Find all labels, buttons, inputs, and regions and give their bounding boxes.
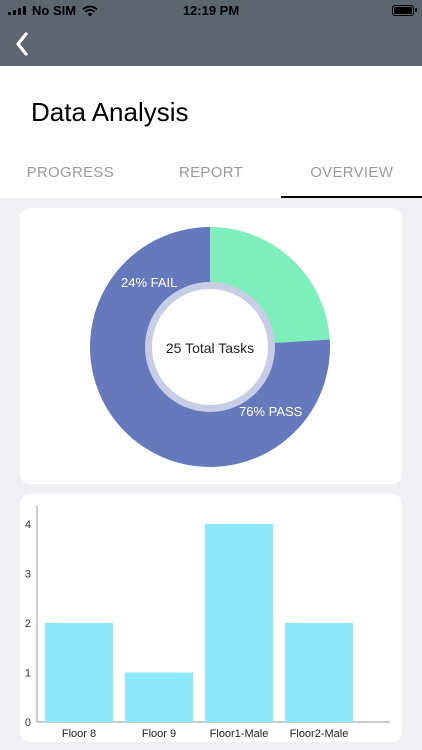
- status-time: 12:19 PM: [182, 3, 240, 18]
- tab-report[interactable]: REPORT: [141, 156, 282, 198]
- y-tick-label: 2: [25, 618, 31, 630]
- y-tick-label: 4: [25, 519, 31, 531]
- x-tick-label: Floor1-Male: [210, 728, 269, 740]
- y-tick-label: 3: [25, 569, 31, 581]
- bar-chart: 0 1 2 3 4 Floor 8 Floor 9 Floor1-Male Floor2-Mal…: [25, 506, 390, 740]
- battery-icon: [392, 5, 417, 16]
- bar-floor-9[interactable]: [125, 672, 193, 723]
- chevron-left-icon: [16, 32, 28, 56]
- page-title: Data Analysis: [31, 97, 189, 127]
- pie-slice-label-fail: 24% FAIL: [121, 275, 177, 290]
- tab-overview[interactable]: OVERVIEW: [281, 156, 422, 198]
- y-tick-label: 0: [25, 717, 31, 729]
- pie-chart-card: 25 Total Tasks 24% FAIL 76% PASS: [20, 208, 402, 484]
- bar-chart-card: 0 1 2 3 4 Floor 8 Floor 9 Floor1-Male Floor2-Mal…: [20, 494, 402, 742]
- bar-floor1-male[interactable]: [205, 524, 273, 722]
- x-tick-label: Floor2-Male: [290, 728, 349, 740]
- pie-slice-label-pass: 76% PASS: [239, 404, 303, 419]
- pie-chart: 25 Total Tasks 24% FAIL 76% PASS: [90, 227, 330, 467]
- status-bar: No SIM 12:19 PM: [0, 0, 422, 22]
- bar-floor2-male[interactable]: [285, 623, 353, 722]
- tab-progress[interactable]: PROGRESS: [0, 156, 141, 198]
- navigation-bar: [0, 22, 422, 66]
- page-header: Data Analysis PROGRESS REPORT OVERVIEW: [0, 66, 422, 198]
- x-tick-label: Floor 9: [142, 728, 176, 740]
- y-tick-label: 1: [25, 668, 31, 680]
- bar-floor-8[interactable]: [45, 623, 113, 722]
- back-button[interactable]: [8, 26, 42, 62]
- tab-bar: PROGRESS REPORT OVERVIEW: [0, 156, 422, 198]
- pie-center-label: 25 Total Tasks: [166, 340, 254, 356]
- x-tick-label: Floor 8: [62, 728, 96, 740]
